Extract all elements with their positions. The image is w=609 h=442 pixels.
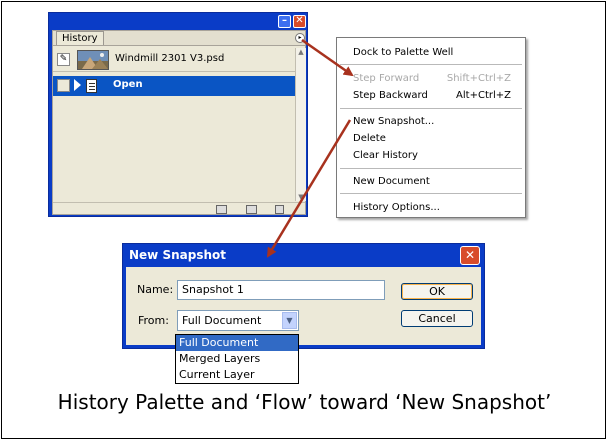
flow-arrows [266, 38, 354, 258]
arrow-to-dialog [266, 119, 352, 258]
arrow-to-menu [301, 38, 354, 77]
caption: History Palette and ‘Flow’ toward ‘New S… [57, 390, 552, 414]
